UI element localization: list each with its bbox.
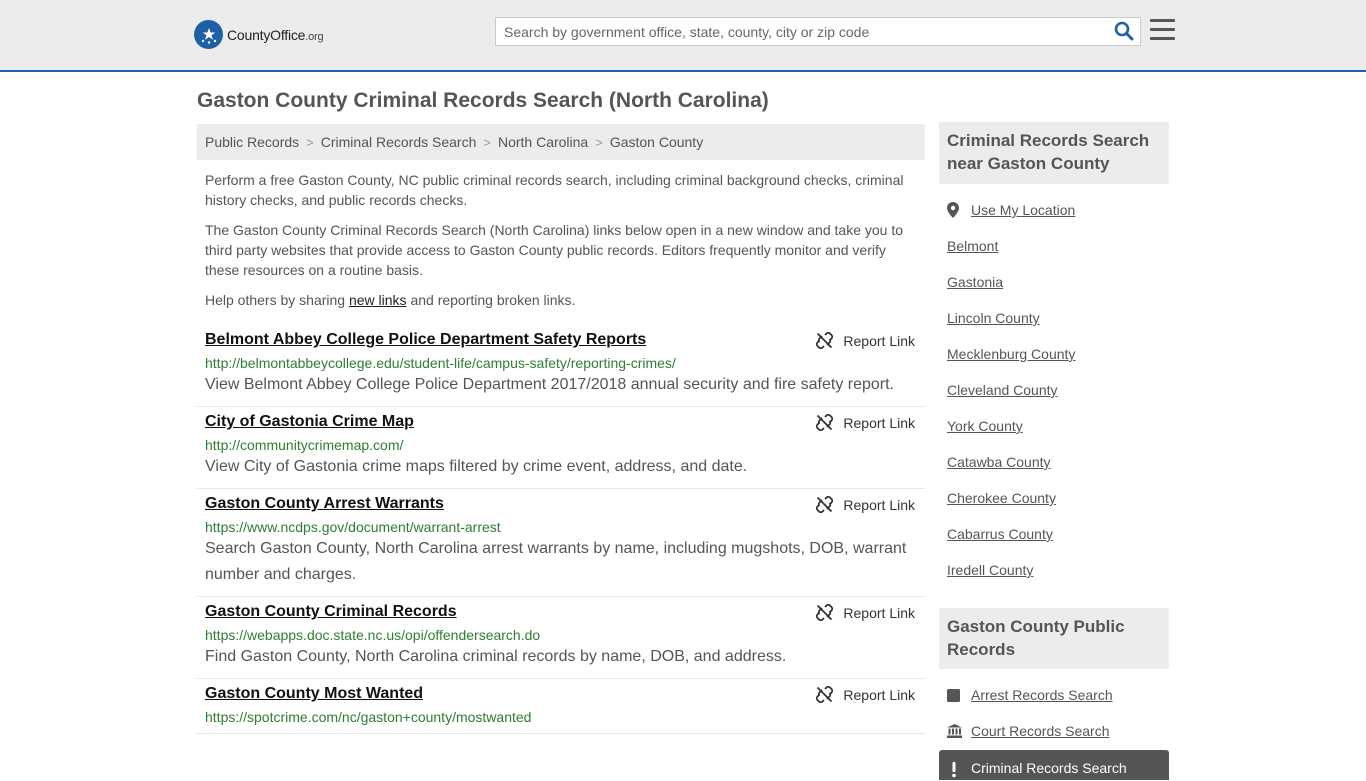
sidebar-item-cleveland-county: Cleveland County xyxy=(947,372,1075,408)
nearby-link[interactable]: Iredell County xyxy=(947,562,1033,578)
sidebar-public-records-heading: Gaston County Public Records xyxy=(939,608,1169,669)
nearby-link[interactable]: Cherokee County xyxy=(947,490,1056,506)
broken-link-icon xyxy=(816,332,834,349)
result-item: Belmont Abbey College Police Department … xyxy=(197,325,925,407)
sidebar-item-catawba-county: Catawba County xyxy=(947,444,1075,480)
square-icon xyxy=(947,688,963,702)
report-link-label: Report Link xyxy=(843,604,915,621)
result-description: Find Gaston County, North Carolina crimi… xyxy=(205,648,787,665)
search-icon[interactable] xyxy=(1114,21,1136,43)
sidebar-item-arrest-records: Arrest Records Search xyxy=(947,677,1113,713)
breadcrumb-separator: > xyxy=(483,134,491,150)
result-title-link[interactable]: Gaston County Criminal Records xyxy=(205,603,457,621)
report-link-label: Report Link xyxy=(843,686,915,703)
sidebar-item-criminal-records-active[interactable]: Criminal Records Search xyxy=(939,750,1169,780)
search-input[interactable] xyxy=(496,18,1096,45)
hamburger-menu-icon[interactable] xyxy=(1150,19,1175,41)
result-item: Gaston County Arrest Warrants Report Lin… xyxy=(197,489,925,597)
breadcrumb-gaston-county[interactable]: Gaston County xyxy=(610,134,703,150)
nearby-link[interactable]: Belmont xyxy=(947,238,998,254)
report-link-label: Report Link xyxy=(843,414,915,431)
result-description: View Belmont Abbey College Police Depart… xyxy=(205,376,894,393)
sidebar-nearby-list: Use My Location Belmont Gastonia Lincoln… xyxy=(947,192,1075,588)
result-url[interactable]: https://webapps.doc.state.nc.us/opi/offe… xyxy=(205,627,917,643)
breadcrumb-north-carolina[interactable]: North Carolina xyxy=(498,134,588,150)
sidebar-item-belmont: Belmont xyxy=(947,228,1075,264)
map-pin-icon xyxy=(947,202,963,218)
report-link-button[interactable]: Report Link xyxy=(816,414,915,431)
use-my-location-link[interactable]: Use My Location xyxy=(971,202,1075,218)
sidebar-item-york-county: York County xyxy=(947,408,1075,444)
logo-star-icon xyxy=(194,20,223,49)
breadcrumb-separator: > xyxy=(595,134,603,150)
report-link-label: Report Link xyxy=(843,496,915,513)
nearby-link[interactable]: Catawba County xyxy=(947,454,1051,470)
logo-tld: .org xyxy=(305,30,324,43)
report-link-button[interactable]: Report Link xyxy=(816,496,915,513)
result-url[interactable]: http://belmontabbeycollege.edu/student-l… xyxy=(205,355,917,371)
sidebar-item-mecklenburg-county: Mecklenburg County xyxy=(947,336,1075,372)
result-title-link[interactable]: Gaston County Most Wanted xyxy=(205,685,423,703)
sidebar-item-cabarrus-county: Cabarrus County xyxy=(947,516,1075,552)
result-url[interactable]: https://www.ncdps.gov/document/warrant-a… xyxy=(205,519,917,535)
breadcrumb-public-records[interactable]: Public Records xyxy=(205,134,299,150)
sidebar-item-iredell-county: Iredell County xyxy=(947,552,1075,588)
search-box xyxy=(495,17,1141,46)
intro-help-text-end: and reporting broken links. xyxy=(406,292,576,308)
broken-link-icon xyxy=(816,686,834,703)
courthouse-icon xyxy=(947,724,963,738)
nearby-link[interactable]: Cleveland County xyxy=(947,382,1058,398)
site-header: CountyOffice.org xyxy=(0,0,1366,72)
result-item: Gaston County Criminal Records Report Li… xyxy=(197,597,925,679)
result-url[interactable]: http://communitycrimemap.com/ xyxy=(205,437,917,453)
intro-paragraph-1: Perform a free Gaston County, NC public … xyxy=(205,172,904,208)
page-title: Gaston County Criminal Records Search (N… xyxy=(197,89,769,112)
result-title-link[interactable]: Belmont Abbey College Police Department … xyxy=(205,331,646,349)
broken-link-icon xyxy=(816,496,834,513)
result-description: View City of Gastonia crime maps filtere… xyxy=(205,458,748,475)
breadcrumb-criminal-records-search[interactable]: Criminal Records Search xyxy=(321,134,477,150)
intro-text: Perform a free Gaston County, NC public … xyxy=(205,170,917,320)
results-list: Belmont Abbey College Police Department … xyxy=(197,325,925,734)
sidebar-nearby-heading: Criminal Records Search near Gaston Coun… xyxy=(939,122,1169,184)
court-records-search-link[interactable]: Court Records Search xyxy=(971,723,1110,739)
result-url[interactable]: https://spotcrime.com/nc/gaston+county/m… xyxy=(205,709,917,725)
sidebar-item-cherokee-county: Cherokee County xyxy=(947,480,1075,516)
broken-link-icon xyxy=(816,604,834,621)
result-item: Gaston County Most Wanted Report Link ht… xyxy=(197,679,925,734)
broken-link-icon xyxy=(816,414,834,431)
nearby-link[interactable]: Mecklenburg County xyxy=(947,346,1075,362)
sidebar-item-court-records: Court Records Search xyxy=(947,713,1113,749)
report-link-button[interactable]: Report Link xyxy=(816,686,915,703)
result-title-link[interactable]: Gaston County Arrest Warrants xyxy=(205,495,444,513)
report-link-button[interactable]: Report Link xyxy=(816,604,915,621)
sidebar-item-lincoln-county: Lincoln County xyxy=(947,300,1075,336)
intro-paragraph-2: The Gaston County Criminal Records Searc… xyxy=(205,222,904,278)
new-links-link[interactable]: new links xyxy=(349,292,407,308)
nearby-link[interactable]: York County xyxy=(947,418,1023,434)
breadcrumb: Public Records > Criminal Records Search… xyxy=(197,124,925,160)
sidebar-item-gastonia: Gastonia xyxy=(947,264,1075,300)
result-title-link[interactable]: City of Gastonia Crime Map xyxy=(205,413,414,431)
intro-paragraph-3: Help others by sharing new links and rep… xyxy=(205,290,917,310)
sidebar-public-records-list: Arrest Records Search Court Records Sear… xyxy=(947,677,1113,749)
exclamation-icon xyxy=(951,762,957,781)
criminal-records-search-label: Criminal Records Search xyxy=(971,760,1127,776)
result-description: Search Gaston County, North Carolina arr… xyxy=(205,540,907,583)
site-logo[interactable]: CountyOffice.org xyxy=(194,20,324,49)
breadcrumb-separator: > xyxy=(306,134,314,150)
nearby-link[interactable]: Gastonia xyxy=(947,274,1003,290)
report-link-button[interactable]: Report Link xyxy=(816,332,915,349)
logo-name: CountyOffice xyxy=(227,26,306,43)
nearby-link[interactable]: Lincoln County xyxy=(947,310,1040,326)
sidebar-item-use-location: Use My Location xyxy=(947,192,1075,228)
result-item: City of Gastonia Crime Map Report Link h… xyxy=(197,407,925,489)
nearby-link[interactable]: Cabarrus County xyxy=(947,526,1053,542)
logo-text: CountyOffice.org xyxy=(227,26,324,43)
arrest-records-search-link[interactable]: Arrest Records Search xyxy=(971,687,1113,703)
intro-help-text: Help others by sharing xyxy=(205,292,349,308)
report-link-label: Report Link xyxy=(843,332,915,349)
